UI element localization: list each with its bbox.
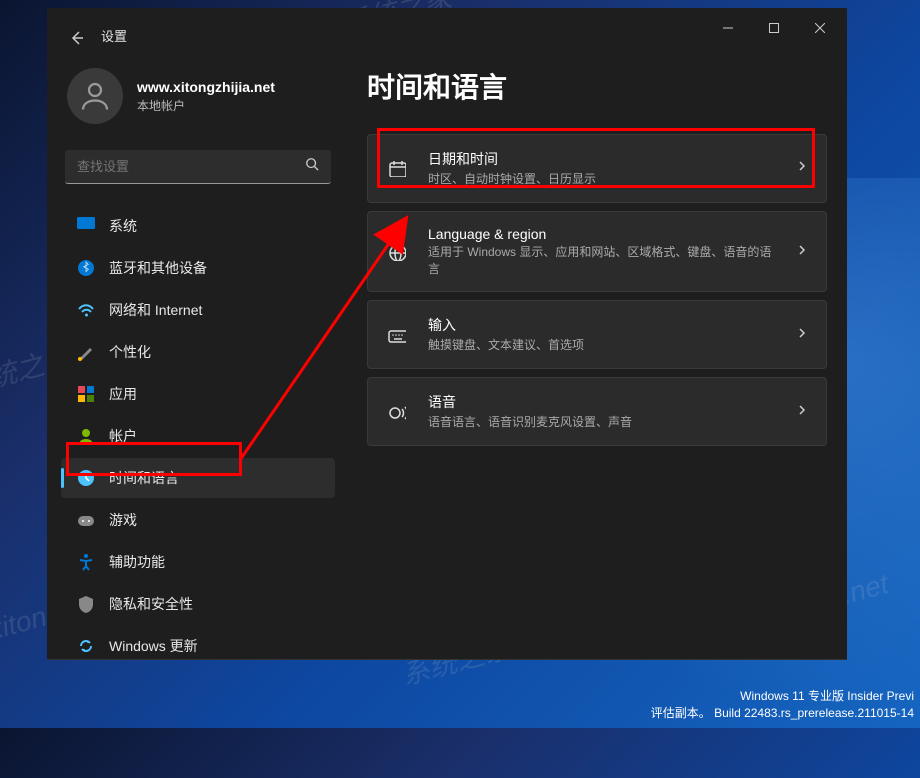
profile-name: www.xitongzhijia.net	[137, 79, 275, 95]
nav-item-label: 游戏	[109, 510, 137, 530]
nav-item-time[interactable]: 时间和语言	[61, 458, 335, 498]
search-box[interactable]	[65, 150, 331, 184]
card-title: 语音	[428, 392, 776, 412]
chevron-right-icon	[796, 159, 808, 177]
card-title: Language & region	[428, 226, 776, 242]
nav-item-wifi[interactable]: 网络和 Internet	[61, 290, 335, 330]
nav-item-label: 网络和 Internet	[109, 300, 202, 320]
avatar	[67, 68, 123, 124]
page-title: 时间和语言	[367, 66, 827, 106]
titlebar	[47, 8, 847, 48]
card-subtitle: 触摸键盘、文本建议、首选项	[428, 337, 776, 354]
accessibility-icon	[77, 553, 95, 571]
card-subtitle: 语音语言、语音识别麦克风设置、声音	[428, 414, 776, 431]
nav-item-accessibility[interactable]: 辅助功能	[61, 542, 335, 582]
card-title: 输入	[428, 315, 776, 335]
settings-card-keyboard[interactable]: 输入 触摸键盘、文本建议、首选项	[367, 300, 827, 369]
apps-icon	[77, 385, 95, 403]
nav-item-bluetooth[interactable]: 蓝牙和其他设备	[61, 248, 335, 288]
app-title: 设置	[101, 26, 127, 45]
desktop-build-info: Windows 11 专业版 Insider Previ 评估副本。 Build…	[651, 688, 914, 722]
sidebar: www.xitongzhijia.net 本地帐户 系统蓝牙和其他设备网络和 I…	[47, 48, 347, 659]
profile-subtitle: 本地帐户	[137, 97, 275, 114]
nav-list: 系统蓝牙和其他设备网络和 Internet 个性化应用帐户时间和语言游戏辅助功能隐…	[61, 198, 335, 674]
search-icon	[305, 157, 319, 176]
search-input[interactable]	[77, 159, 271, 174]
settings-card-calendar[interactable]: 日期和时间 时区、自动时钟设置、日历显示	[367, 134, 827, 203]
nav-item-label: 系统	[109, 216, 137, 236]
nav-item-update[interactable]: Windows 更新	[61, 626, 335, 666]
maximize-button[interactable]	[751, 12, 797, 44]
wifi-icon	[77, 301, 95, 319]
voice-icon	[386, 401, 408, 423]
time-icon	[77, 469, 95, 487]
chevron-right-icon	[796, 326, 808, 344]
nav-item-label: 隐私和安全性	[109, 594, 193, 614]
chevron-right-icon	[796, 403, 808, 421]
nav-item-label: 蓝牙和其他设备	[109, 258, 207, 278]
nav-item-label: 个性化	[109, 342, 151, 362]
account-icon	[77, 427, 95, 445]
nav-item-system[interactable]: 系统	[61, 206, 335, 246]
nav-item-label: Windows 更新	[109, 636, 198, 656]
nav-item-apps[interactable]: 应用	[61, 374, 335, 414]
nav-item-label: 应用	[109, 384, 137, 404]
globe-icon	[386, 241, 408, 263]
calendar-icon	[386, 157, 408, 179]
nav-item-account[interactable]: 帐户	[61, 416, 335, 456]
main-panel: 时间和语言 日期和时间 时区、自动时钟设置、日历显示 Language & re…	[347, 48, 847, 659]
gaming-icon	[77, 511, 95, 529]
nav-item-label: 帐户	[109, 426, 137, 446]
nav-item-gaming[interactable]: 游戏	[61, 500, 335, 540]
keyboard-icon	[386, 324, 408, 346]
nav-item-personalize[interactable]: 个性化	[61, 332, 335, 372]
nav-item-label: 辅助功能	[109, 552, 165, 572]
back-button[interactable]	[61, 22, 93, 54]
update-icon	[77, 637, 95, 655]
minimize-button[interactable]	[705, 12, 751, 44]
nav-item-privacy[interactable]: 隐私和安全性	[61, 584, 335, 624]
close-button[interactable]	[797, 12, 843, 44]
personalize-icon	[77, 343, 95, 361]
settings-window: 设置 www.xitongzhijia.net 本地帐户 系统蓝牙和其他设备网络…	[47, 8, 847, 660]
profile[interactable]: www.xitongzhijia.net 本地帐户	[61, 62, 335, 142]
nav-item-label: 时间和语言	[109, 468, 179, 488]
privacy-icon	[77, 595, 95, 613]
bluetooth-icon	[77, 259, 95, 277]
chevron-right-icon	[796, 243, 808, 261]
settings-card-globe[interactable]: Language & region 适用于 Windows 显示、应用和网站、区…	[367, 211, 827, 293]
system-icon	[77, 217, 95, 235]
card-subtitle: 适用于 Windows 显示、应用和网站、区域格式、键盘、语音的语言	[428, 244, 776, 278]
card-subtitle: 时区、自动时钟设置、日历显示	[428, 171, 776, 188]
settings-card-voice[interactable]: 语音 语音语言、语音识别麦克风设置、声音	[367, 377, 827, 446]
card-title: 日期和时间	[428, 149, 776, 169]
